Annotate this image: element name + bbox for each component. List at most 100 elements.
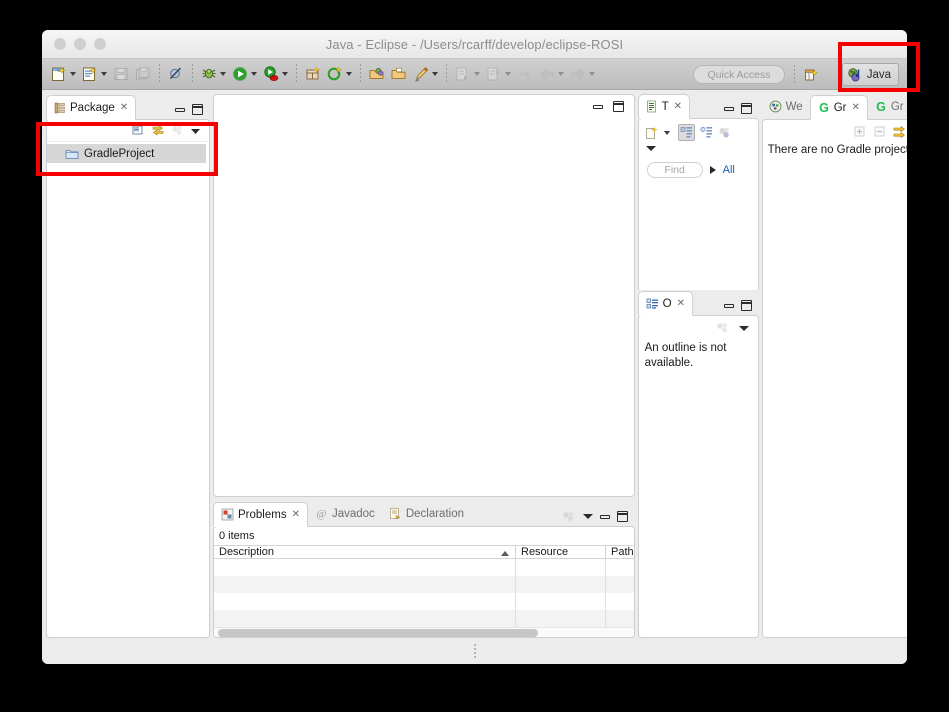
synchronize-icon[interactable]	[718, 126, 732, 139]
minimize-icon[interactable]	[723, 106, 734, 111]
editor-area[interactable]	[213, 94, 635, 497]
minimize-icon[interactable]	[592, 104, 603, 109]
mark-occurrences-dropdown-arrow[interactable]	[432, 72, 438, 76]
next-annotation-dropdown-arrow[interactable]	[474, 72, 480, 76]
eclipse-window: Java - Eclipse - /Users/rcarff/develop/e…	[42, 30, 907, 664]
package-explorer-tree[interactable]: GradleProject	[47, 142, 209, 637]
previous-annotation-dropdown-arrow[interactable]	[505, 72, 511, 76]
tab-label: Javadoc	[331, 507, 375, 520]
back-dropdown-arrow[interactable]	[558, 72, 564, 76]
tab-outline[interactable]: O ✕	[637, 291, 693, 316]
run-query-icon[interactable]	[709, 166, 716, 174]
horizontal-scrollbar[interactable]	[214, 627, 634, 637]
tab-label: Problems	[238, 508, 287, 521]
minimize-icon[interactable]	[599, 514, 610, 519]
open-task-button[interactable]	[388, 63, 410, 85]
maximize-icon[interactable]	[740, 300, 752, 311]
debug-button[interactable]	[198, 63, 220, 85]
save-button[interactable]	[110, 63, 132, 85]
close-icon[interactable]: ✕	[292, 509, 300, 520]
new-task-icon[interactable]	[645, 126, 659, 140]
column-header-path[interactable]: Path	[606, 546, 634, 558]
tab-task-list[interactable]: T ✕	[637, 94, 691, 119]
column-header-resource[interactable]: Resource	[516, 546, 606, 558]
scheduled-presentation-icon[interactable]	[700, 126, 713, 139]
close-icon[interactable]: ✕	[674, 101, 682, 112]
quick-access-input[interactable]: Quick Access	[693, 65, 785, 84]
categorized-presentation-icon[interactable]	[677, 124, 695, 141]
table-row[interactable]	[214, 576, 634, 593]
new-java-package-button[interactable]	[302, 63, 324, 85]
perspective-java-button[interactable]: Java	[841, 63, 899, 86]
maximize-icon[interactable]	[192, 104, 203, 115]
scrollbar-thumb[interactable]	[218, 628, 538, 637]
collapse-all-icon[interactable]	[132, 124, 145, 137]
tab-problems[interactable]: Problems ✕	[213, 502, 308, 527]
table-row[interactable]	[214, 593, 634, 610]
run-dropdown-arrow[interactable]	[251, 72, 257, 76]
problems-table-body[interactable]	[214, 559, 634, 627]
link-selection-icon[interactable]	[893, 125, 907, 138]
tree-item-gradleproject[interactable]: GradleProject	[47, 144, 206, 163]
maximize-icon[interactable]	[740, 103, 752, 114]
view-menu-icon[interactable]	[716, 322, 730, 333]
open-type-button[interactable]	[366, 63, 388, 85]
view-menu-icon[interactable]	[562, 511, 576, 522]
tab-gradle-executions[interactable]: G Gr	[868, 94, 907, 119]
forward-button[interactable]	[567, 63, 589, 85]
table-row[interactable]	[214, 610, 634, 627]
debug-dropdown-arrow[interactable]	[220, 72, 226, 76]
new-wizard-button[interactable]	[48, 63, 70, 85]
minimize-icon[interactable]	[723, 303, 734, 308]
zoom-window-button[interactable]	[94, 38, 106, 50]
gradle-empty-message: There are no Gradle projects in the curr	[767, 144, 907, 156]
collapse-all-icon[interactable]	[873, 125, 886, 138]
minimize-window-button[interactable]	[74, 38, 86, 50]
find-input[interactable]: Find	[646, 162, 703, 178]
tab-welcome[interactable]: We	[762, 94, 810, 119]
open-perspective-button[interactable]	[801, 65, 821, 85]
external-tools-dropdown-arrow[interactable]	[282, 72, 288, 76]
maximize-icon[interactable]	[616, 511, 628, 522]
new-wizard-dropdown-arrow[interactable]	[70, 72, 76, 76]
new-annotation-dropdown-arrow[interactable]	[346, 72, 352, 76]
table-row[interactable]	[214, 559, 634, 576]
view-menu-icon[interactable]	[171, 125, 184, 136]
chevron-down-icon[interactable]	[738, 324, 750, 332]
chevron-down-icon[interactable]	[645, 144, 657, 152]
forward-dropdown-arrow[interactable]	[589, 72, 595, 76]
toggle-mark-occurrences-button[interactable]	[410, 63, 432, 85]
close-icon[interactable]: ✕	[120, 102, 128, 113]
gradle-tasks-body[interactable]: There are no Gradle projects in the curr	[762, 142, 907, 637]
next-annotation-button[interactable]	[452, 63, 474, 85]
problems-item-count: 0 items	[219, 530, 255, 542]
close-icon[interactable]: ✕	[851, 102, 859, 113]
tab-package-explorer[interactable]: Package ✕	[46, 95, 137, 120]
new-annotation-button[interactable]	[324, 63, 346, 85]
link-editor-icon[interactable]	[151, 124, 165, 137]
minimize-icon[interactable]	[175, 107, 185, 112]
tab-declaration[interactable]: Declaration	[382, 501, 471, 526]
previous-annotation-button[interactable]	[483, 63, 505, 85]
tab-javadoc[interactable]: @ Javadoc	[308, 501, 382, 526]
new-task-dropdown-arrow[interactable]	[663, 130, 670, 135]
column-header-description[interactable]: Description	[214, 546, 516, 558]
close-window-button[interactable]	[54, 38, 66, 50]
expand-all-icon[interactable]	[853, 125, 866, 138]
new-java-class-dropdown-arrow[interactable]	[101, 72, 107, 76]
all-filter-link[interactable]: All	[723, 164, 735, 176]
new-java-class-button[interactable]	[79, 63, 101, 85]
chevron-down-icon[interactable]	[190, 127, 201, 135]
last-edit-location-button[interactable]	[514, 63, 536, 85]
skip-all-breakpoints-button[interactable]	[165, 63, 187, 85]
resize-grip-icon[interactable]	[473, 644, 476, 660]
close-icon[interactable]: ✕	[677, 298, 685, 309]
tab-gradle-tasks[interactable]: G Gr ✕	[809, 95, 868, 120]
save-all-button[interactable]	[132, 63, 154, 85]
external-tools-button[interactable]	[260, 63, 282, 85]
chevron-down-icon[interactable]	[582, 514, 593, 519]
maximize-icon[interactable]	[612, 101, 624, 112]
run-button[interactable]	[229, 63, 251, 85]
gradle-g-icon: G	[818, 101, 830, 114]
back-button[interactable]	[536, 63, 558, 85]
